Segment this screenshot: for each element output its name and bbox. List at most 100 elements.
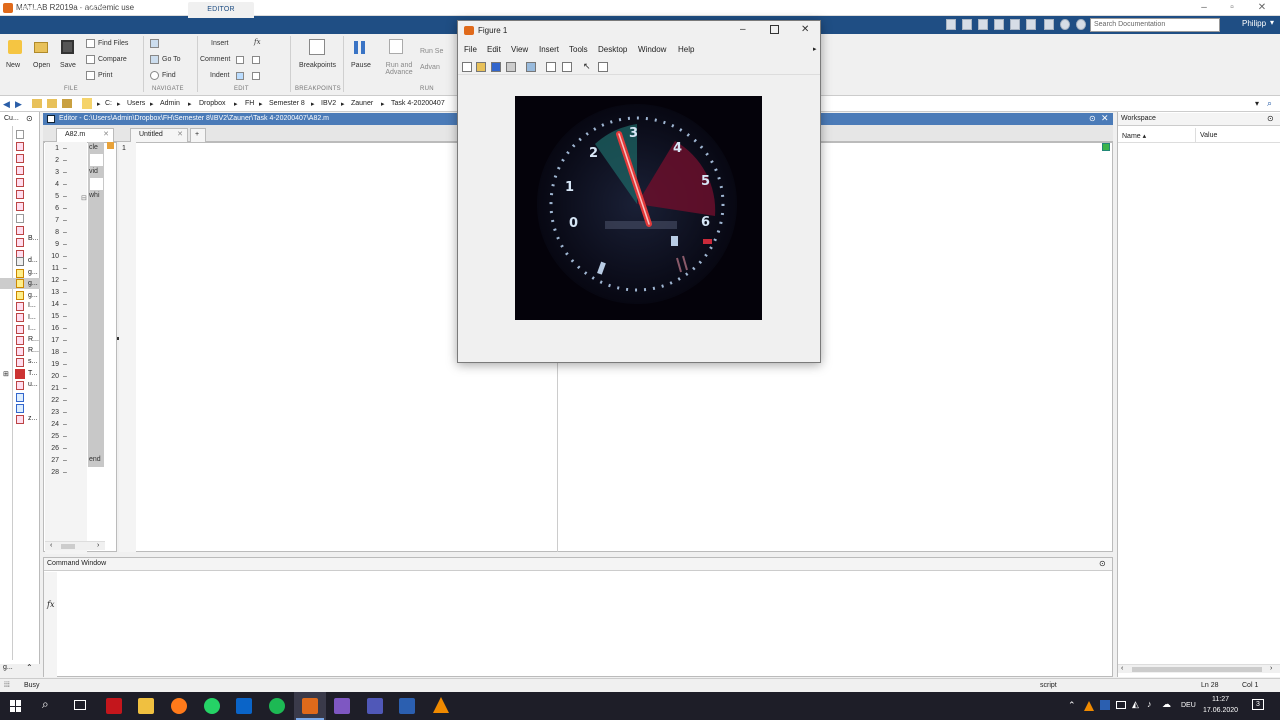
fx-prompt-icon[interactable]: fx bbox=[47, 600, 54, 609]
breadcrumb-item[interactable]: C: bbox=[105, 100, 112, 107]
tray-volume-icon[interactable]: ♪ bbox=[1147, 699, 1152, 709]
file-name[interactable]: B... bbox=[28, 235, 39, 242]
pause-icon[interactable] bbox=[354, 41, 358, 54]
scroll-left-icon[interactable]: ‹ bbox=[1121, 665, 1123, 672]
minimize-icon[interactable]: – bbox=[1196, 1, 1212, 15]
workspace-menu-icon[interactable]: ⊙ bbox=[1267, 114, 1274, 123]
breakpoint-dash[interactable]: – bbox=[63, 217, 67, 224]
scroll-left-icon[interactable]: ‹ bbox=[50, 542, 52, 549]
undo-icon[interactable] bbox=[1010, 19, 1020, 30]
search-icon[interactable]: ⌕ bbox=[42, 697, 49, 712]
figure-menu-window[interactable]: Window bbox=[638, 45, 666, 54]
expand-icon[interactable]: ⊞ bbox=[3, 370, 9, 378]
column-value[interactable]: Value bbox=[1200, 132, 1217, 139]
mat-file-icon[interactable] bbox=[16, 202, 24, 211]
figure-image[interactable]: 0 1 2 3 4 5 6 bbox=[515, 96, 762, 320]
breadcrumb-item[interactable]: Task 4-20200407 bbox=[391, 100, 445, 107]
figure-menu-desktop[interactable]: Desktop bbox=[598, 45, 627, 54]
file-name[interactable]: z... bbox=[28, 415, 37, 422]
link-plot-icon[interactable] bbox=[526, 62, 536, 72]
whatsapp-icon[interactable] bbox=[204, 698, 220, 714]
smart-indent-icon[interactable] bbox=[236, 72, 244, 80]
outlook-icon[interactable] bbox=[236, 698, 252, 714]
vlc-icon[interactable] bbox=[433, 697, 449, 713]
breakpoint-dash[interactable]: – bbox=[63, 241, 67, 248]
breakpoints-button[interactable]: Breakpoints bbox=[299, 62, 336, 69]
pdf-file-icon[interactable] bbox=[16, 325, 24, 334]
breakpoint-dash[interactable]: – bbox=[63, 169, 67, 176]
editor-tab-a82[interactable]: A82.m ✕ bbox=[56, 128, 114, 142]
file-name[interactable]: T... bbox=[28, 370, 37, 377]
mat-file-icon[interactable] bbox=[16, 415, 24, 424]
tab-plots[interactable]: PLOTS bbox=[70, 2, 116, 18]
workspace-hscroll[interactable]: ‹ › bbox=[1118, 664, 1280, 673]
up-folder-icon[interactable] bbox=[32, 99, 42, 108]
close-icon[interactable]: ✕ bbox=[1254, 1, 1270, 15]
save-figure-icon[interactable] bbox=[491, 62, 501, 72]
breakpoint-dash[interactable]: – bbox=[63, 397, 67, 404]
figure-menu-view[interactable]: View bbox=[511, 45, 528, 54]
maximize-icon[interactable]: ▫ bbox=[1224, 1, 1240, 15]
mat-file-icon[interactable] bbox=[16, 347, 24, 356]
user-menu-chevron-icon[interactable]: ▾ bbox=[1270, 18, 1274, 27]
doc-file-icon[interactable] bbox=[16, 404, 24, 413]
mat-file-icon[interactable] bbox=[16, 178, 24, 187]
teams-icon[interactable] bbox=[367, 698, 383, 714]
file-name[interactable]: d... bbox=[28, 257, 38, 264]
close-tab-icon[interactable]: ✕ bbox=[103, 129, 109, 141]
breakpoint-dash[interactable]: – bbox=[63, 373, 67, 380]
address-dropdown-icon[interactable]: ▾ bbox=[1255, 99, 1259, 108]
firefox-icon[interactable] bbox=[171, 698, 187, 714]
code-area[interactable]: cle vid whi end bbox=[88, 142, 104, 467]
horizontal-scrollbar[interactable]: ‹ › bbox=[45, 541, 105, 550]
mat-file-icon[interactable] bbox=[16, 226, 24, 235]
mat-file-icon[interactable] bbox=[16, 336, 24, 345]
scroll-thumb[interactable] bbox=[1132, 667, 1262, 672]
doc-file-icon[interactable] bbox=[16, 393, 24, 402]
tab-view[interactable]: VIEW bbox=[330, 2, 378, 18]
column-name[interactable]: Name ▴ bbox=[1122, 132, 1146, 140]
new-figure-icon[interactable] bbox=[462, 62, 472, 72]
breakpoint-dash[interactable]: – bbox=[63, 445, 67, 452]
breakpoint-dash[interactable]: – bbox=[63, 433, 67, 440]
property-inspector-icon[interactable] bbox=[598, 62, 608, 72]
breadcrumb-item[interactable]: Users bbox=[127, 100, 145, 107]
user-menu[interactable]: Philipp bbox=[1242, 19, 1266, 28]
tab-publish[interactable]: PUBLISH bbox=[262, 2, 316, 18]
help-icon[interactable] bbox=[1060, 19, 1070, 30]
breakpoint-dash[interactable]: – bbox=[63, 181, 67, 188]
indent-more-icon[interactable] bbox=[252, 72, 260, 80]
file-name[interactable]: g... bbox=[28, 280, 38, 287]
splitter-grip[interactable] bbox=[117, 337, 119, 340]
search-folder-icon[interactable]: ⌕ bbox=[1267, 98, 1272, 109]
file-name[interactable]: I... bbox=[28, 314, 36, 321]
comment-toggle-icon[interactable] bbox=[236, 56, 244, 64]
open-folder-icon[interactable] bbox=[34, 42, 48, 53]
matlab-icon[interactable] bbox=[302, 698, 318, 714]
acrobat-icon[interactable] bbox=[106, 698, 122, 714]
print-button[interactable]: Print bbox=[98, 72, 112, 79]
insert-button[interactable]: Insert bbox=[211, 40, 229, 47]
file-name[interactable]: g... bbox=[28, 292, 38, 299]
breakpoint-dash[interactable]: – bbox=[63, 361, 67, 368]
figure-menu-help[interactable]: Help bbox=[678, 45, 694, 54]
pause-button[interactable]: Pause bbox=[351, 62, 371, 69]
run-section-button[interactable]: Run Se bbox=[420, 48, 443, 55]
file-explorer-icon[interactable] bbox=[138, 698, 154, 714]
search-icon[interactable]: ⌕ bbox=[1207, 19, 1212, 30]
tab-apps[interactable]: APPS bbox=[134, 2, 180, 18]
tray-vlc-icon[interactable] bbox=[1084, 701, 1094, 711]
file-icon[interactable] bbox=[16, 130, 24, 139]
figure-menu-tools[interactable]: Tools bbox=[569, 45, 588, 54]
new-icon[interactable] bbox=[8, 40, 22, 54]
tray-network-icon[interactable]: ◭ bbox=[1132, 699, 1139, 710]
windows-start-icon[interactable] bbox=[10, 700, 22, 712]
insert-legend-icon[interactable] bbox=[562, 62, 572, 72]
figure-menu-file[interactable]: File bbox=[464, 45, 477, 54]
breakpoint-dash[interactable]: – bbox=[63, 193, 67, 200]
advance-button[interactable]: Advan bbox=[420, 64, 440, 71]
comment-button[interactable]: Comment bbox=[200, 56, 230, 63]
edit-plot-arrow-icon[interactable]: ↖ bbox=[583, 61, 591, 72]
run-and-advance-icon[interactable] bbox=[389, 39, 403, 54]
spotify-icon[interactable] bbox=[269, 698, 285, 714]
